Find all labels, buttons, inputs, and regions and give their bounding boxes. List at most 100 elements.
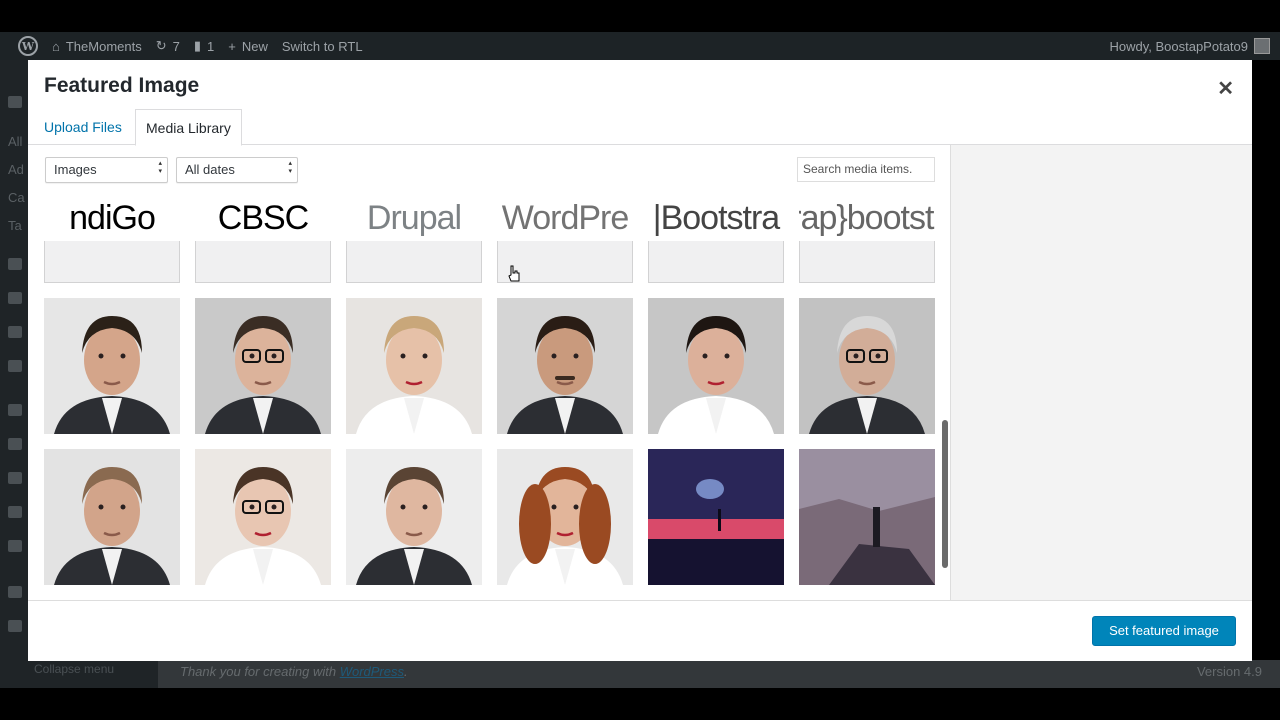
- attachment-logo-thumb[interactable]: CBSC: [195, 195, 331, 283]
- photo-image: [497, 449, 633, 585]
- users-menu-icon[interactable]: [8, 472, 22, 484]
- attachment-photo-thumb[interactable]: [195, 449, 331, 585]
- logo-image: rap}bootstr: [799, 195, 935, 241]
- photo-image: [648, 449, 784, 585]
- updates-icon: ↻: [155, 38, 167, 53]
- attachment-photo-thumb[interactable]: [346, 298, 482, 434]
- attachment-logo-thumb[interactable]: ndiGo: [44, 195, 180, 283]
- site-name-label: TheMoments: [65, 38, 142, 54]
- edit-menu-icon[interactable]: [8, 620, 22, 632]
- media-tabs: Upload Files Media Library: [28, 109, 1252, 146]
- wordpress-link[interactable]: WordPress: [340, 664, 404, 679]
- logo-image: Drupal: [346, 195, 482, 241]
- logo-text: WordPre: [501, 198, 630, 237]
- version-label: Version 4.9: [1196, 664, 1262, 679]
- attachments-browser: Images All dates Search media items. ndi…: [28, 145, 950, 600]
- search-input[interactable]: Search media items.: [797, 157, 935, 182]
- media-type-filter[interactable]: Images: [45, 157, 168, 183]
- comment-icon: ▮: [193, 38, 202, 53]
- scrollbar[interactable]: [942, 420, 948, 568]
- tab-upload-files[interactable]: Upload Files: [34, 109, 132, 145]
- photo-image: [44, 449, 180, 585]
- comments-link[interactable]: ▮ 1: [194, 38, 214, 54]
- wordpress-logo-icon: W: [18, 36, 38, 56]
- switch-rtl-link[interactable]: Switch to RTL: [282, 39, 363, 54]
- posts-menu-icon[interactable]: [8, 96, 22, 108]
- attachment-photo-thumb[interactable]: [44, 449, 180, 585]
- logo-image: |Bootstra: [648, 195, 784, 241]
- logo-text: rap}bootstr: [799, 198, 935, 237]
- media-menu-icon[interactable]: [8, 258, 22, 270]
- media-date-filter[interactable]: All dates: [176, 157, 298, 183]
- comments-count: 1: [207, 38, 215, 54]
- wordpress-logo-menu[interactable]: W: [14, 36, 38, 56]
- hand-cursor-icon: [508, 265, 520, 282]
- attachment-photo-thumb[interactable]: [497, 449, 633, 585]
- sidebar-peek-2[interactable]: Ca: [8, 190, 25, 205]
- modal-title: Featured Image: [44, 74, 200, 97]
- photo-image: [799, 449, 935, 585]
- tab-media-library[interactable]: Media Library: [135, 109, 242, 146]
- attachment-logo-thumb[interactable]: Drupal: [346, 195, 482, 283]
- photo-image: [195, 298, 331, 434]
- updates-link[interactable]: ↻ 7: [156, 38, 180, 54]
- logo-image: WordPre: [497, 195, 633, 241]
- greeting-label: Howdy, BoostapPotato9: [1109, 38, 1248, 54]
- account-menu[interactable]: Howdy, BoostapPotato9: [1109, 38, 1270, 54]
- new-label: New: [241, 38, 268, 54]
- mail-menu-icon[interactable]: [8, 360, 22, 372]
- attachment-logo-thumb[interactable]: |Bootstra: [648, 195, 784, 283]
- photo-image: [44, 298, 180, 434]
- attachment-photo-thumb[interactable]: [44, 298, 180, 434]
- attachment-logo-thumb[interactable]: rap}bootstr: [799, 195, 935, 283]
- logo-text: |Bootstra: [652, 198, 780, 237]
- photo-image: [346, 449, 482, 585]
- collapse-menu-label: Collapse menu: [34, 662, 115, 676]
- comments-menu-icon[interactable]: [8, 326, 22, 338]
- logo-text: ndiGo: [69, 198, 156, 237]
- letterbox-bottom: [0, 688, 1280, 720]
- logo-image: ndiGo: [44, 195, 180, 241]
- new-content-link[interactable]: + New: [228, 39, 268, 54]
- collapse-menu[interactable]: Collapse menu: [0, 660, 158, 688]
- footer-thanks-prefix: Thank you for creating with: [180, 664, 340, 679]
- letterbox-top: [0, 0, 1280, 32]
- photo-image: [497, 298, 633, 434]
- photo-image: [799, 298, 935, 434]
- photo-image: [346, 298, 482, 434]
- attachment-photo-thumb[interactable]: [799, 449, 935, 585]
- plus-icon: +: [228, 38, 236, 54]
- attachment-photo-thumb[interactable]: [195, 298, 331, 434]
- close-icon[interactable]: ✕: [1217, 76, 1234, 101]
- updates-count: 7: [172, 38, 180, 54]
- footer-thanks-suffix: .: [404, 664, 408, 679]
- appearance-menu-icon[interactable]: [8, 404, 22, 416]
- featured-image-modal: Featured Image ✕ Upload Files Media Libr…: [28, 60, 1252, 661]
- attachment-photo-thumb[interactable]: [497, 298, 633, 434]
- admin-footer: Thank you for creating with WordPress. V…: [158, 660, 1280, 688]
- logo-text: CBSC: [217, 198, 309, 237]
- footer-thanks: Thank you for creating with WordPress.: [180, 664, 408, 679]
- site-name-link[interactable]: ⌂ TheMoments: [52, 39, 142, 54]
- photo-image: [648, 298, 784, 434]
- attachment-photo-thumb[interactable]: [346, 449, 482, 585]
- attachment-photo-thumb[interactable]: [799, 298, 935, 434]
- admin-sidebar: All Ad Ca Ta: [0, 60, 28, 688]
- settings-menu-icon[interactable]: [8, 540, 22, 552]
- home-icon: ⌂: [52, 38, 60, 54]
- pages-menu-icon[interactable]: [8, 292, 22, 304]
- admin-bar: W ⌂ TheMoments ↻ 7 ▮ 1 + New Switch to RTL H…: [0, 32, 1280, 60]
- logo-text: Drupal: [366, 198, 462, 237]
- attachment-details-panel: [950, 145, 1252, 600]
- attachment-photo-thumb[interactable]: [648, 449, 784, 585]
- set-featured-image-button[interactable]: Set featured image: [1092, 616, 1236, 646]
- tools-menu-icon[interactable]: [8, 506, 22, 518]
- sidebar-peek-3[interactable]: Ta: [8, 218, 22, 233]
- camera-menu-icon[interactable]: [8, 586, 22, 598]
- plugins-menu-icon[interactable]: [8, 438, 22, 450]
- logo-image: CBSC: [195, 195, 331, 241]
- avatar: [1254, 38, 1270, 54]
- sidebar-peek-1[interactable]: Ad: [8, 162, 24, 177]
- attachment-photo-thumb[interactable]: [648, 298, 784, 434]
- sidebar-peek-0[interactable]: All: [8, 134, 22, 149]
